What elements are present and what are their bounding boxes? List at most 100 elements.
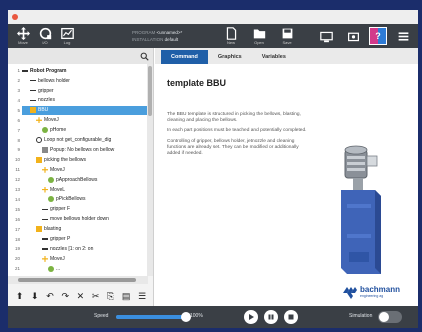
tree-row[interactable]: 13 MoveL: [8, 185, 65, 195]
tree-row-label: move bellows holder down: [50, 216, 109, 223]
tree-row[interactable]: 1 Robot Program: [8, 66, 66, 76]
io-button-label: I/O: [42, 40, 48, 45]
menu-button[interactable]: [392, 25, 414, 47]
tab-variables[interactable]: Variables: [252, 50, 296, 64]
right-buttons: ?: [315, 25, 414, 47]
new-file-icon: [226, 27, 236, 40]
log-button[interactable]: Log: [56, 25, 78, 47]
speed-value: 100%: [190, 313, 203, 319]
line-number: 21: [14, 266, 20, 272]
delete-icon[interactable]: ✕: [77, 291, 85, 301]
speed-label: Speed: [94, 313, 109, 319]
tree-row[interactable]: 5 BBU: [8, 105, 148, 116]
tree-row[interactable]: 3 gripper: [8, 86, 53, 96]
installation-button[interactable]: [315, 25, 337, 47]
simulation-toggle[interactable]: [378, 311, 402, 323]
window-close-button[interactable]: [12, 14, 18, 20]
mode-badge[interactable]: ?: [369, 27, 387, 45]
tree-row[interactable]: 21...: [8, 264, 60, 274]
save-button[interactable]: Save: [276, 25, 298, 47]
hamburger-menu-icon: [398, 31, 408, 41]
tree-row-label: MoveJ: [44, 117, 59, 124]
bachmann-logo-icon: [343, 286, 357, 299]
tree-row[interactable]: 2 bellows holder: [8, 76, 69, 86]
tree-row[interactable]: 8 Loop not get_configurable_dig: [8, 135, 111, 145]
tree-row[interactable]: 17 blasting: [8, 224, 61, 234]
template-description: The BBU template is structured in pickin…: [167, 112, 309, 161]
scrollbar-thumb[interactable]: [148, 66, 152, 116]
scrollbar-thumb[interactable]: [18, 278, 136, 282]
line-number: 14: [14, 196, 20, 202]
suppress-icon[interactable]: ☰: [138, 291, 146, 301]
tree-row-label: Loop not get_configurable_dig: [44, 137, 112, 144]
line-number: 19: [14, 246, 20, 252]
device-frame: Move I/O Log PROGRAM <unnamed>* INSTALLA…: [0, 0, 422, 332]
open-button[interactable]: Open: [248, 25, 270, 47]
tab-command[interactable]: Command: [161, 50, 208, 64]
move-down-icon[interactable]: ⬇: [31, 291, 39, 301]
tree-row[interactable]: 7 pHome: [8, 125, 66, 135]
step-button[interactable]: [264, 310, 278, 324]
command-content: template BBU The BBU template is structu…: [155, 64, 418, 306]
tree-row-label: Robot Program: [30, 67, 67, 74]
folder-icon: [30, 107, 36, 114]
move-icon: [42, 186, 48, 193]
open-folder-icon: [253, 29, 265, 39]
installation-value: default: [164, 37, 179, 42]
tree-search-bar[interactable]: [8, 48, 153, 64]
tree-row[interactable]: 12 pApproachBellows: [8, 175, 97, 185]
expand-icon: [22, 70, 28, 72]
tree-row[interactable]: 11 MoveJ: [8, 165, 65, 175]
tree-row[interactable]: 4 nozzles: [8, 96, 54, 106]
tree-row-label: pApproachBellows: [56, 176, 98, 183]
robot-ui-screen: Move I/O Log PROGRAM <unnamed>* INSTALLA…: [8, 10, 418, 328]
description-paragraph: Controlling of gripper, bellows holder, …: [167, 138, 299, 157]
local-control-icon: [347, 32, 359, 41]
move-cross-icon: [16, 27, 30, 40]
tab-bar: Command Graphics Variables: [155, 48, 418, 64]
tree-horizontal-scrollbar[interactable]: [8, 276, 148, 284]
line-number: 12: [14, 177, 20, 183]
redo-icon[interactable]: ↷: [61, 291, 69, 301]
description-paragraph: The BBU template is structured in pickin…: [167, 112, 301, 124]
main-area: 1 Robot Program 2 bellows holder 3 gripper 4 no…: [8, 48, 418, 306]
tree-row[interactable]: 20 MoveJ: [8, 254, 65, 264]
program-tree-panel: 1 Robot Program 2 bellows holder 3 gripper 4 no…: [8, 48, 154, 306]
tree-row[interactable]: 18 gripper P: [8, 234, 70, 244]
waypoint-icon: [42, 127, 48, 134]
tree-row[interactable]: 10 picking the bellows: [8, 155, 86, 165]
folder-icon: [36, 226, 42, 233]
copy-icon[interactable]: ⎘: [107, 291, 114, 301]
line-number: 20: [14, 256, 20, 262]
tree-row[interactable]: 6 MoveJ: [8, 116, 59, 126]
local-button[interactable]: [342, 25, 364, 47]
paste-icon[interactable]: ▤: [122, 291, 131, 301]
waypoint-icon: [48, 176, 54, 183]
installation-label: INSTALLATION: [132, 37, 164, 42]
file-buttons: New Open Save: [220, 25, 298, 47]
tree-row[interactable]: 16 move bellows holder down: [8, 215, 109, 225]
line-number: 15: [14, 206, 20, 212]
tree-row[interactable]: 9 Popup: No bellows on bellow: [8, 145, 114, 155]
folder-icon: [36, 156, 42, 163]
tree-row[interactable]: 15 gripper F: [8, 205, 70, 215]
cut-icon[interactable]: ✂: [92, 291, 100, 301]
line-number: 3: [17, 88, 20, 94]
program-label: PROGRAM: [132, 30, 156, 35]
tree-row[interactable]: 14 pPickBellows: [8, 195, 85, 205]
waypoint-icon: [48, 265, 54, 272]
play-button[interactable]: [244, 310, 258, 324]
move-up-icon[interactable]: ⬆: [16, 291, 24, 301]
speed-slider-fill: [116, 315, 186, 319]
new-button[interactable]: New: [220, 25, 242, 47]
stop-button[interactable]: [284, 310, 298, 324]
program-tree: 1 Robot Program 2 bellows holder 3 gripper 4 no…: [8, 64, 148, 276]
tree-vertical-scrollbar[interactable]: [147, 64, 153, 276]
top-toolbar: Move I/O Log PROGRAM <unnamed>* INSTALLA…: [8, 24, 418, 48]
move-button[interactable]: Move: [12, 25, 34, 47]
io-button[interactable]: I/O: [34, 25, 56, 47]
tree-row[interactable]: 19 nozzles [1: on 2: on: [8, 244, 93, 254]
speed-slider[interactable]: [116, 312, 191, 322]
tab-graphics[interactable]: Graphics: [208, 50, 252, 64]
undo-icon[interactable]: ↶: [46, 291, 54, 301]
